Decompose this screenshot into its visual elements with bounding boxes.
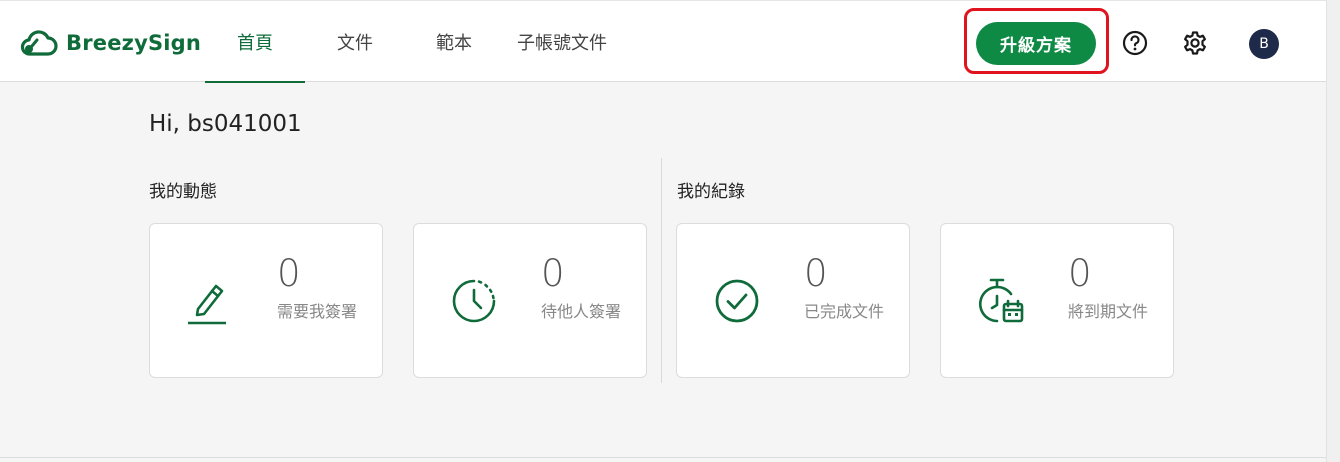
card-count: 0 bbox=[541, 252, 565, 295]
clock-pending-icon bbox=[452, 279, 496, 323]
brand-name: BreezySign bbox=[66, 31, 202, 55]
card-label: 已完成文件 bbox=[804, 302, 885, 321]
card-label: 需要我簽署 bbox=[277, 302, 358, 321]
card-count: 0 bbox=[804, 252, 828, 295]
stopwatch-calendar-icon bbox=[978, 278, 1024, 323]
nav-tab-documents[interactable]: 文件 bbox=[305, 1, 405, 83]
user-avatar[interactable]: B bbox=[1249, 29, 1279, 59]
section-divider bbox=[661, 158, 662, 383]
page-scrollbar[interactable] bbox=[1326, 0, 1340, 462]
card-expiring-documents[interactable]: 0 將到期文件 bbox=[940, 223, 1174, 378]
card-count: 0 bbox=[277, 252, 301, 295]
gear-icon[interactable] bbox=[1182, 30, 1208, 56]
footer-divider bbox=[0, 457, 1326, 458]
greeting-text: Hi, bs041001 bbox=[149, 111, 302, 137]
nav-tab-subaccount-docs[interactable]: 子帳號文件 bbox=[503, 1, 621, 83]
card-needs-my-signature[interactable]: 0 需要我簽署 bbox=[149, 223, 383, 378]
cloud-logo-icon bbox=[20, 30, 58, 56]
check-circle-icon bbox=[715, 279, 759, 323]
main-nav: 首頁 文件 範本 子帳號文件 bbox=[205, 1, 621, 83]
card-count: 0 bbox=[1068, 252, 1092, 295]
pen-sign-icon bbox=[188, 284, 226, 325]
section-title-my-activity: 我的動態 bbox=[149, 182, 217, 202]
top-header: BreezySign 首頁 文件 範本 子帳號文件 升級方案 B bbox=[0, 0, 1326, 83]
card-completed-documents[interactable]: 0 已完成文件 bbox=[676, 223, 910, 378]
card-label: 待他人簽署 bbox=[541, 302, 622, 321]
help-circle-icon[interactable] bbox=[1122, 30, 1148, 56]
nav-tab-home[interactable]: 首頁 bbox=[205, 1, 305, 83]
nav-tab-templates[interactable]: 範本 bbox=[405, 1, 503, 83]
card-label: 將到期文件 bbox=[1068, 302, 1149, 321]
card-awaiting-others[interactable]: 0 待他人簽署 bbox=[413, 223, 647, 378]
upgrade-plan-button[interactable]: 升級方案 bbox=[976, 22, 1096, 65]
section-title-my-records: 我的紀錄 bbox=[677, 182, 745, 202]
brand-logo[interactable]: BreezySign bbox=[20, 27, 201, 59]
